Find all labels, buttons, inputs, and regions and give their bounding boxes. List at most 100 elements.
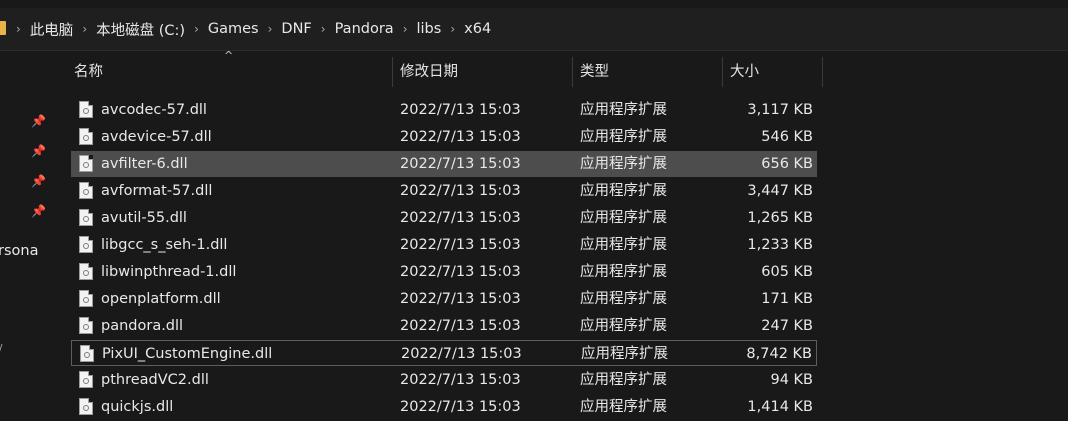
file-row[interactable]: libgcc_s_seh-1.dll 2022/7/13 15:03 应用程序扩展 1… xyxy=(71,232,817,258)
dll-file-icon xyxy=(79,290,93,307)
file-row[interactable]: openplatform.dll 2022/7/13 15:03 应用程序扩展 171… xyxy=(71,286,817,312)
breadcrumb-item[interactable]: 此电脑 xyxy=(30,19,74,40)
file-row[interactable]: PixUI_CustomEngine.dll 2022/7/13 15:03 应用程… xyxy=(71,340,817,366)
file-size: 1,233 KB xyxy=(747,237,813,253)
file-row[interactable]: avutil-55.dll 2022/7/13 15:03 应用程序扩展 1,265 … xyxy=(71,205,817,231)
file-name: openplatform.dll xyxy=(101,291,221,307)
file-type: 应用程序扩展 xyxy=(580,210,667,226)
breadcrumb-chevron-icon[interactable]: › xyxy=(441,22,464,36)
column-divider[interactable] xyxy=(392,57,393,87)
file-name: libgcc_s_seh-1.dll xyxy=(101,237,228,253)
file-date: 2022/7/13 15:03 xyxy=(400,102,521,118)
dll-file-icon xyxy=(79,182,93,199)
file-size: 8,742 KB xyxy=(746,346,812,362)
breadcrumb-chevron-icon[interactable]: › xyxy=(185,22,208,36)
file-type: 应用程序扩展 xyxy=(580,129,667,145)
file-type: 应用程序扩展 xyxy=(580,372,667,388)
file-name: quickjs.dll xyxy=(101,399,174,415)
column-header-size[interactable]: 大小 xyxy=(730,51,759,87)
file-date: 2022/7/13 15:03 xyxy=(400,129,521,145)
file-row[interactable]: libwinpthread-1.dll 2022/7/13 15:03 应用程序扩展… xyxy=(71,259,817,285)
file-type: 应用程序扩展 xyxy=(580,318,667,334)
file-size: 171 KB xyxy=(761,291,813,307)
dll-file-icon xyxy=(79,263,93,280)
file-size: 1,414 KB xyxy=(747,399,813,415)
file-size: 3,447 KB xyxy=(747,183,813,199)
file-row[interactable]: pthreadVC2.dll 2022/7/13 15:03 应用程序扩展 94 KB xyxy=(71,367,817,393)
dll-file-icon xyxy=(79,209,93,226)
breadcrumb-item[interactable]: x64 xyxy=(464,21,491,37)
file-type: 应用程序扩展 xyxy=(580,102,667,118)
file-type: 应用程序扩展 xyxy=(580,156,667,172)
breadcrumb-item[interactable]: 本地磁盘 (C:) xyxy=(96,19,185,40)
column-divider[interactable] xyxy=(722,57,723,87)
nav-item-partial[interactable]: rsona xyxy=(0,243,38,259)
column-divider[interactable] xyxy=(572,57,573,87)
file-name: avdevice-57.dll xyxy=(101,129,212,145)
dll-file-icon xyxy=(80,345,94,362)
column-headers: ^ 名称 修改日期 类型 大小 xyxy=(50,49,850,93)
file-type: 应用程序扩展 xyxy=(580,183,667,199)
breadcrumb-item[interactable]: Pandora xyxy=(335,21,394,37)
file-type: 应用程序扩展 xyxy=(580,264,667,280)
navigation-pane[interactable]: 📌 📌 📌 📌 rsona / xyxy=(0,51,49,421)
breadcrumb-item[interactable]: Games xyxy=(208,21,259,37)
file-list[interactable]: ^ 名称 修改日期 类型 大小 avcodec-57.dll 2022/7/13 … xyxy=(50,49,1068,421)
breadcrumb-chevron-icon[interactable]: › xyxy=(394,22,417,36)
file-size: 605 KB xyxy=(761,264,813,280)
file-date: 2022/7/13 15:03 xyxy=(400,237,521,253)
file-type: 应用程序扩展 xyxy=(580,237,667,253)
file-date: 2022/7/13 15:03 xyxy=(400,291,521,307)
file-row[interactable]: pandora.dll 2022/7/13 15:03 应用程序扩展 247 KB xyxy=(71,313,817,339)
pin-icon[interactable]: 📌 xyxy=(31,174,46,188)
pin-icon[interactable]: 📌 xyxy=(31,144,46,158)
address-bar[interactable]: › 此电脑 › 本地磁盘 (C:) › Games › DNF › Pandora › libs › x6… xyxy=(0,8,1068,51)
file-name: avformat-57.dll xyxy=(101,183,213,199)
dll-file-icon xyxy=(79,128,93,145)
file-row[interactable]: quickjs.dll 2022/7/13 15:03 应用程序扩展 1,414 KB xyxy=(71,394,817,420)
file-date: 2022/7/13 15:03 xyxy=(400,372,521,388)
file-row[interactable]: avdevice-57.dll 2022/7/13 15:03 应用程序扩展 546 … xyxy=(71,124,817,150)
pin-icon[interactable]: 📌 xyxy=(31,114,46,128)
column-header-name[interactable]: 名称 xyxy=(74,51,103,87)
dll-file-icon xyxy=(79,317,93,334)
nav-tick: / xyxy=(0,343,2,354)
breadcrumb: › 此电脑 › 本地磁盘 (C:) › Games › DNF › Pandora › libs › x6… xyxy=(0,8,491,50)
dll-file-icon xyxy=(79,236,93,253)
file-name: libwinpthread-1.dll xyxy=(101,264,237,280)
file-date: 2022/7/13 15:03 xyxy=(400,399,521,415)
file-size: 94 KB xyxy=(770,372,813,388)
file-name: pandora.dll xyxy=(101,318,184,334)
file-size: 3,117 KB xyxy=(747,102,813,118)
breadcrumb-chevron-icon[interactable]: › xyxy=(0,22,30,36)
dll-file-icon xyxy=(79,371,93,388)
file-row[interactable]: avformat-57.dll 2022/7/13 15:03 应用程序扩展 3,44… xyxy=(71,178,817,204)
file-size: 1,265 KB xyxy=(747,210,813,226)
file-date: 2022/7/13 15:03 xyxy=(400,210,521,226)
pin-icon[interactable]: 📌 xyxy=(31,204,46,218)
dll-file-icon xyxy=(79,398,93,415)
file-type: 应用程序扩展 xyxy=(580,399,667,415)
file-size: 247 KB xyxy=(761,318,813,334)
file-date: 2022/7/13 15:03 xyxy=(400,183,521,199)
breadcrumb-chevron-icon[interactable]: › xyxy=(312,22,335,36)
file-name: pthreadVC2.dll xyxy=(101,372,209,388)
breadcrumb-item[interactable]: DNF xyxy=(281,21,311,37)
breadcrumb-chevron-icon[interactable]: › xyxy=(259,22,282,36)
column-header-type[interactable]: 类型 xyxy=(580,51,609,87)
file-name: avutil-55.dll xyxy=(101,210,187,226)
file-type: 应用程序扩展 xyxy=(580,291,667,307)
file-name: avcodec-57.dll xyxy=(101,102,207,118)
file-date: 2022/7/13 15:03 xyxy=(400,318,521,334)
sort-ascending-icon: ^ xyxy=(224,49,234,62)
breadcrumb-item[interactable]: libs xyxy=(417,21,442,37)
file-date: 2022/7/13 15:03 xyxy=(401,346,522,362)
file-date: 2022/7/13 15:03 xyxy=(400,156,521,172)
breadcrumb-chevron-icon[interactable]: › xyxy=(73,22,96,36)
dll-file-icon xyxy=(79,101,93,118)
file-row[interactable]: avfilter-6.dll 2022/7/13 15:03 应用程序扩展 656 K… xyxy=(71,151,817,177)
column-header-date[interactable]: 修改日期 xyxy=(400,51,458,87)
column-divider[interactable] xyxy=(822,57,823,87)
file-size: 656 KB xyxy=(761,156,813,172)
file-row[interactable]: avcodec-57.dll 2022/7/13 15:03 应用程序扩展 3,117… xyxy=(71,97,817,123)
